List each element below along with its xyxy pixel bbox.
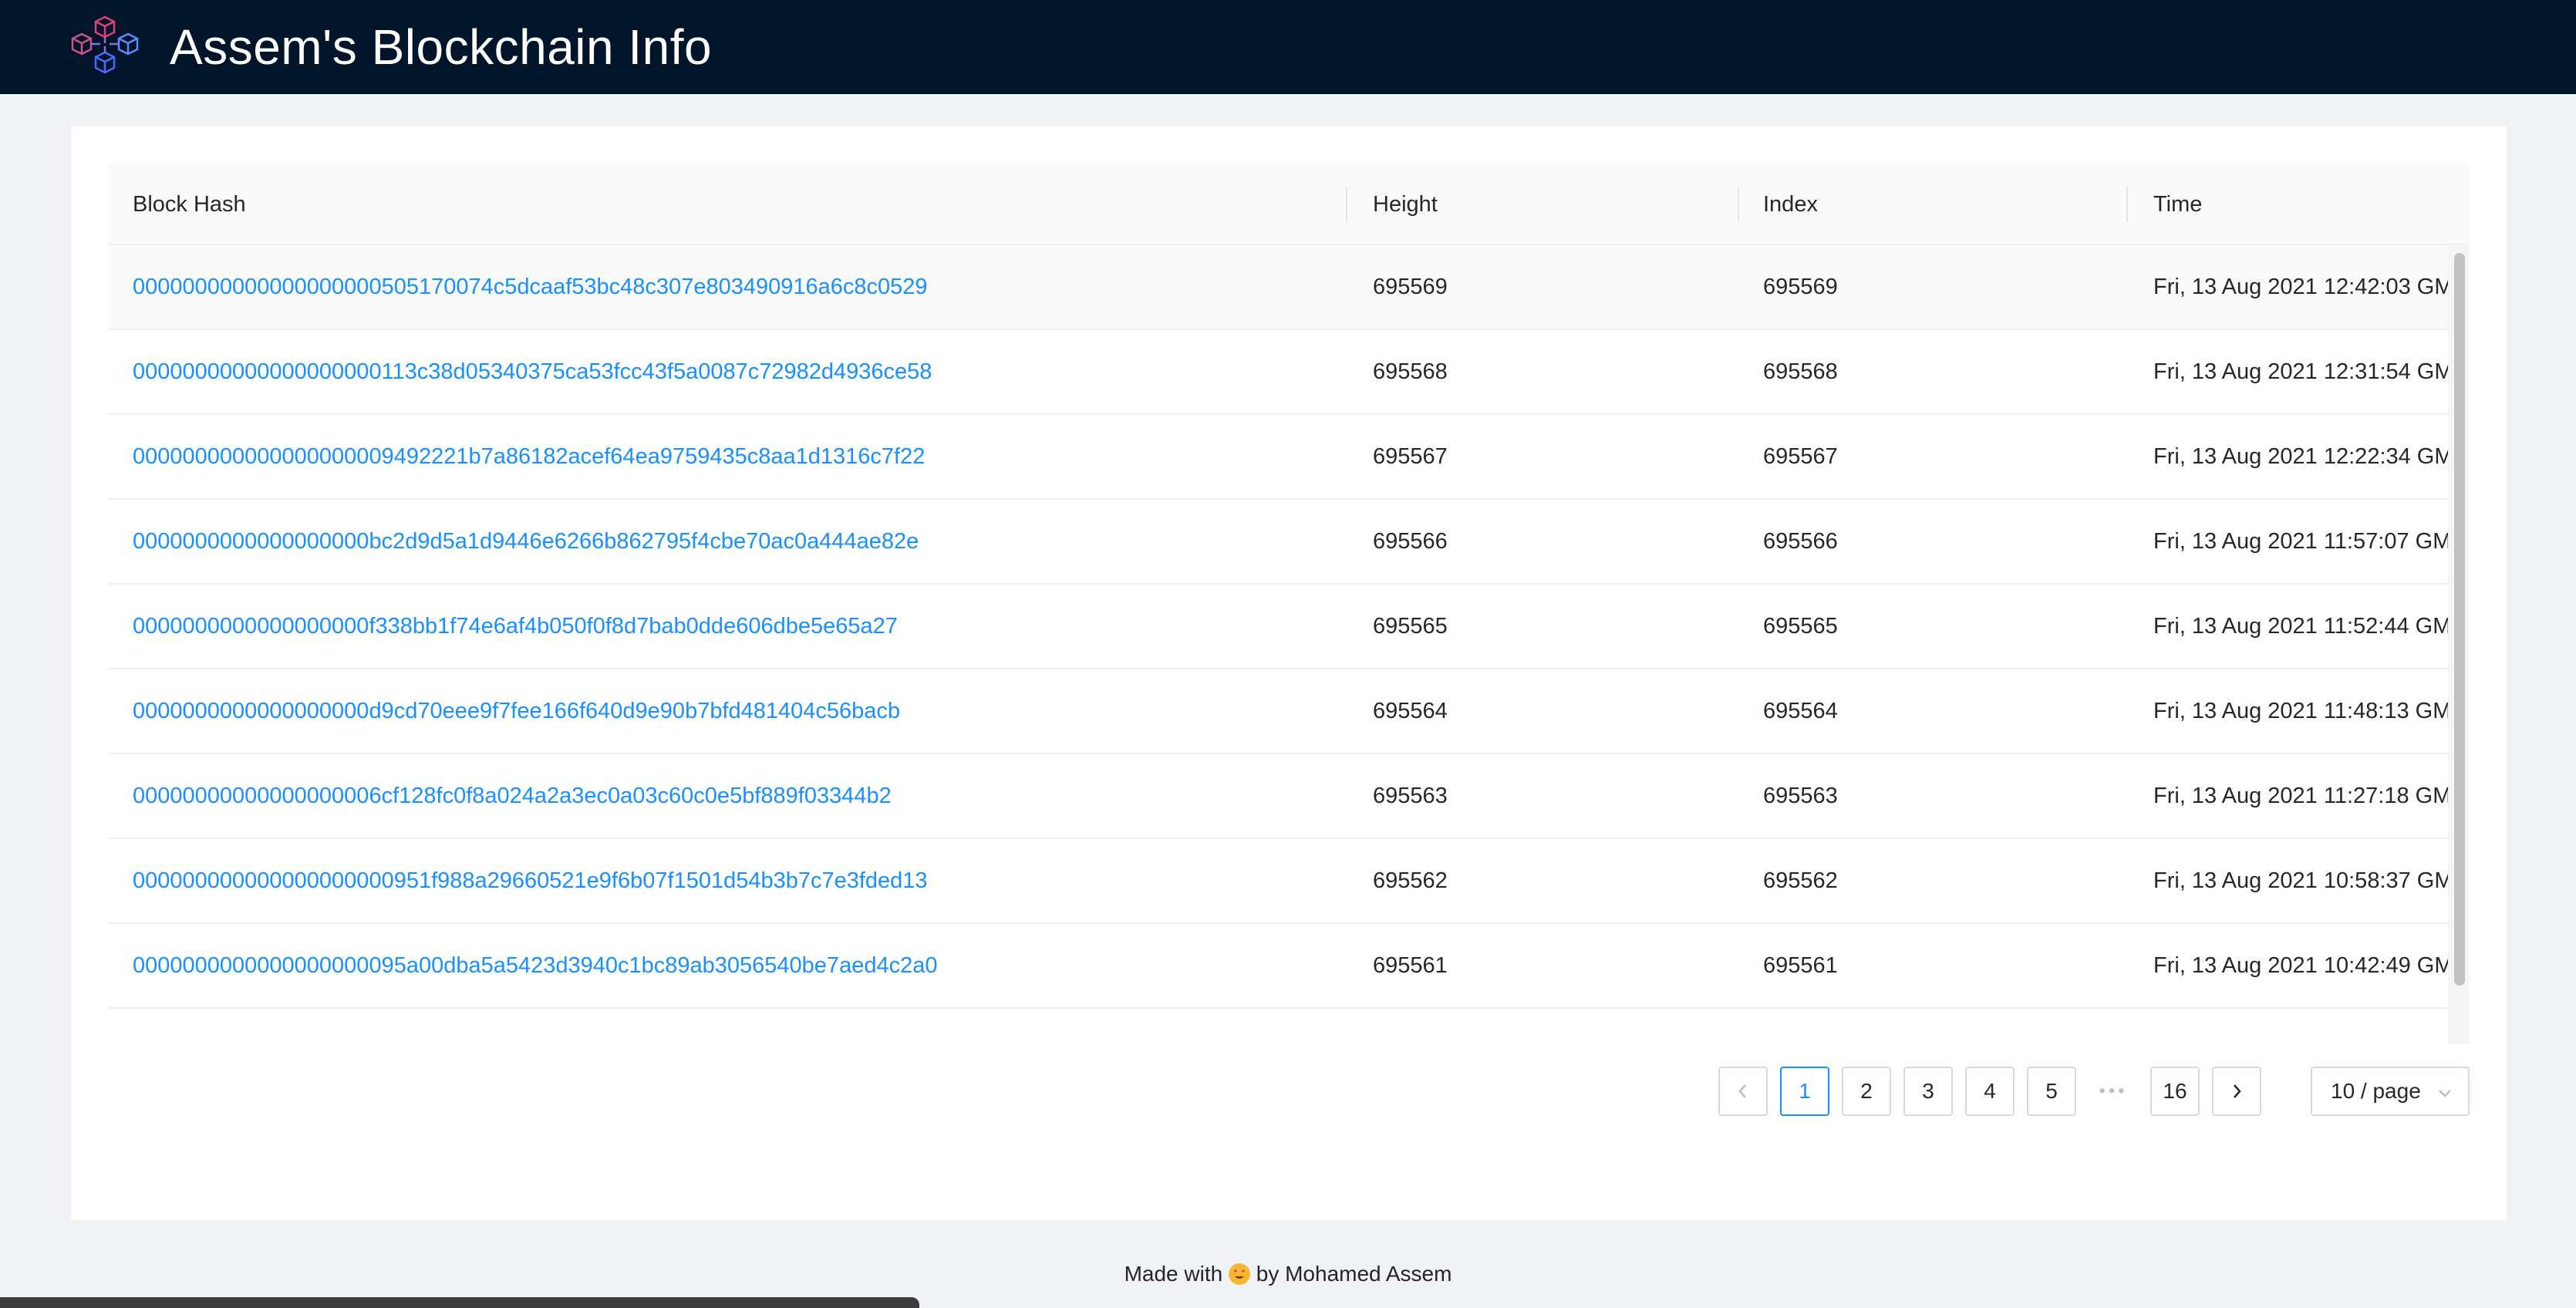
column-divider (1738, 187, 1739, 222)
table-row[interactable]: 000000000000000000009492221b7a86182acef6… (108, 415, 2448, 500)
column-header-index: Index (1763, 192, 1818, 217)
table-row[interactable]: 00000000000000000000113c38d05340375ca53f… (108, 330, 2448, 415)
block-height: 695567 (1373, 444, 1448, 469)
chevron-left-icon (1738, 1084, 1746, 1098)
app-title: Assem's Blockchain Info (170, 19, 713, 75)
blocks-table: Block Hash Height Index Time 00000000000… (108, 164, 2470, 1044)
table-row[interactable]: 0000000000000000000d9cd70eee9f7fee166f64… (108, 669, 2448, 754)
prev-page-button[interactable] (1718, 1067, 1768, 1116)
pagination: 1 2 3 4 5 ••• 16 10 / page (1718, 1066, 2470, 1117)
block-height: 695564 (1373, 699, 1448, 723)
block-height: 695561 (1373, 953, 1448, 978)
footer-prefix: Made with (1124, 1262, 1223, 1286)
chevron-down-icon (2439, 1090, 2451, 1097)
page-button-16[interactable]: 16 (2150, 1067, 2200, 1116)
block-hash-link[interactable]: 00000000000000000006cf128fc0f8a024a2a3ec… (133, 754, 892, 838)
block-index: 695567 (1763, 444, 1838, 469)
page-button-1[interactable]: 1 (1780, 1067, 1829, 1116)
block-hash-link[interactable]: 000000000000000000009492221b7a86182acef6… (133, 415, 925, 498)
page-footer: Made with by Mohamed Assem (0, 1262, 2576, 1286)
block-index: 695561 (1763, 953, 1838, 978)
block-time: Fri, 13 Aug 2021 10:42:49 GMT (2153, 953, 2448, 978)
table-row[interactable]: 0000000000000000000bc2d9d5a1d9446e6266b8… (108, 500, 2448, 585)
table-row[interactable]: 0000000000000000000f338bb1f74e6af4b050f0… (108, 585, 2448, 669)
next-page-button[interactable] (2212, 1067, 2261, 1116)
block-hash-link[interactable]: 00000000000000000000505170074c5dcaaf53bc… (133, 245, 928, 329)
block-index: 695566 (1763, 529, 1838, 554)
block-time: Fri, 13 Aug 2021 12:22:34 GMT (2153, 444, 2448, 469)
block-time: Fri, 13 Aug 2021 10:58:37 GMT (2153, 868, 2448, 893)
footer-suffix: by Mohamed Assem (1256, 1262, 1452, 1286)
page-size-value: 10 / page (2331, 1079, 2421, 1103)
column-header-height: Height (1373, 192, 1438, 217)
block-hash-link[interactable]: 000000000000000000000951f988a29660521e9f… (133, 839, 928, 922)
block-time: Fri, 13 Aug 2021 11:27:18 GMT (2153, 784, 2448, 808)
table-body: 00000000000000000000505170074c5dcaaf53bc… (108, 245, 2448, 1044)
table-header: Block Hash Height Index Time (108, 164, 2470, 245)
block-hash-link[interactable]: 00000000000000000000113c38d05340375ca53f… (133, 330, 932, 413)
block-time: Fri, 13 Aug 2021 12:42:03 GMT (2153, 275, 2448, 299)
chevron-right-icon (2234, 1084, 2241, 1098)
table-scrollbar[interactable] (2448, 245, 2470, 1044)
block-time: Fri, 13 Aug 2021 11:52:44 GMT (2153, 614, 2448, 639)
browser-status-bar (0, 1297, 919, 1308)
block-height: 695569 (1373, 275, 1448, 299)
page-button-4[interactable]: 4 (1965, 1067, 2015, 1116)
column-header-time: Time (2153, 192, 2203, 217)
page-button-5[interactable]: 5 (2027, 1067, 2076, 1116)
block-time: Fri, 13 Aug 2021 11:57:07 GMT (2153, 529, 2448, 554)
scrollbar-thumb[interactable] (2454, 253, 2465, 986)
block-index: 695569 (1763, 275, 1838, 299)
table-row[interactable]: 0000000000000000000095a00dba5a5423d3940c… (108, 924, 2448, 1009)
page-button-2[interactable]: 2 (1842, 1067, 1891, 1116)
block-index: 695568 (1763, 359, 1838, 384)
block-index: 695563 (1763, 784, 1838, 808)
block-hash-link[interactable]: 0000000000000000000095a00dba5a5423d3940c… (133, 924, 937, 1007)
block-height: 695568 (1373, 359, 1448, 384)
page-button-3[interactable]: 3 (1903, 1067, 1953, 1116)
block-hash-link[interactable]: 0000000000000000000bc2d9d5a1d9446e6266b8… (133, 500, 919, 583)
app-header: Assem's Blockchain Info (0, 0, 2576, 94)
block-height: 695566 (1373, 529, 1448, 554)
table-row[interactable]: 000000000000000000000951f988a29660521e9f… (108, 839, 2448, 924)
column-divider (1346, 187, 1347, 222)
blocks-card: Block Hash Height Index Time 00000000000… (71, 126, 2507, 1220)
jump-next-ellipsis[interactable]: ••• (2089, 1067, 2138, 1116)
page-size-select[interactable]: 10 / page (2311, 1067, 2470, 1116)
block-height: 695563 (1373, 784, 1448, 808)
block-height: 695562 (1373, 868, 1448, 893)
block-height: 695565 (1373, 614, 1448, 639)
table-row[interactable]: 00000000000000000006cf128fc0f8a024a2a3ec… (108, 754, 2448, 839)
table-row[interactable]: 00000000000000000000505170074c5dcaaf53bc… (108, 245, 2448, 330)
block-hash-link[interactable]: 0000000000000000000f338bb1f74e6af4b050f0… (133, 585, 898, 668)
block-time: Fri, 13 Aug 2021 11:48:13 GMT (2153, 699, 2448, 723)
block-hash-link[interactable]: 0000000000000000000d9cd70eee9f7fee166f64… (133, 669, 900, 753)
column-divider (2126, 187, 2128, 222)
block-index: 695564 (1763, 699, 1838, 723)
column-header-block-hash: Block Hash (133, 192, 246, 217)
block-index: 695562 (1763, 868, 1838, 893)
heart-eyes-emoji-icon (1228, 1263, 1250, 1285)
blockchain-logo-icon (71, 15, 139, 74)
block-time: Fri, 13 Aug 2021 12:31:54 GMT (2153, 359, 2448, 384)
block-index: 695565 (1763, 614, 1838, 639)
